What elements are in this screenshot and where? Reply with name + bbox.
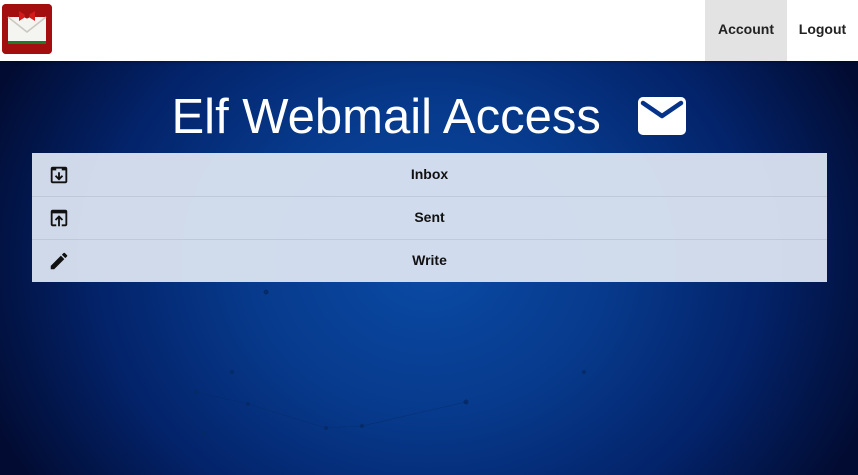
account-button[interactable]: Account [705, 0, 787, 61]
menu-item-sent[interactable]: Sent [32, 196, 827, 240]
page-title-text: Elf Webmail Access [171, 90, 601, 145]
logout-button[interactable]: Logout [787, 0, 858, 61]
menu-item-inbox[interactable]: Inbox [32, 153, 827, 197]
menu-item-label: Sent [414, 209, 445, 225]
envelope-icon [638, 89, 687, 149]
menu-item-label: Write [412, 252, 447, 268]
mailbox-menu: Inbox Sent Write [32, 153, 827, 282]
menu-item-write[interactable]: Write [32, 239, 827, 282]
top-navbar: Account Logout [0, 0, 858, 61]
envelope-bow-logo-icon [2, 4, 52, 54]
menu-item-label: Inbox [410, 166, 449, 182]
page-title: Elf Webmail Access [0, 84, 858, 149]
elf-mail-logo[interactable] [2, 4, 52, 54]
